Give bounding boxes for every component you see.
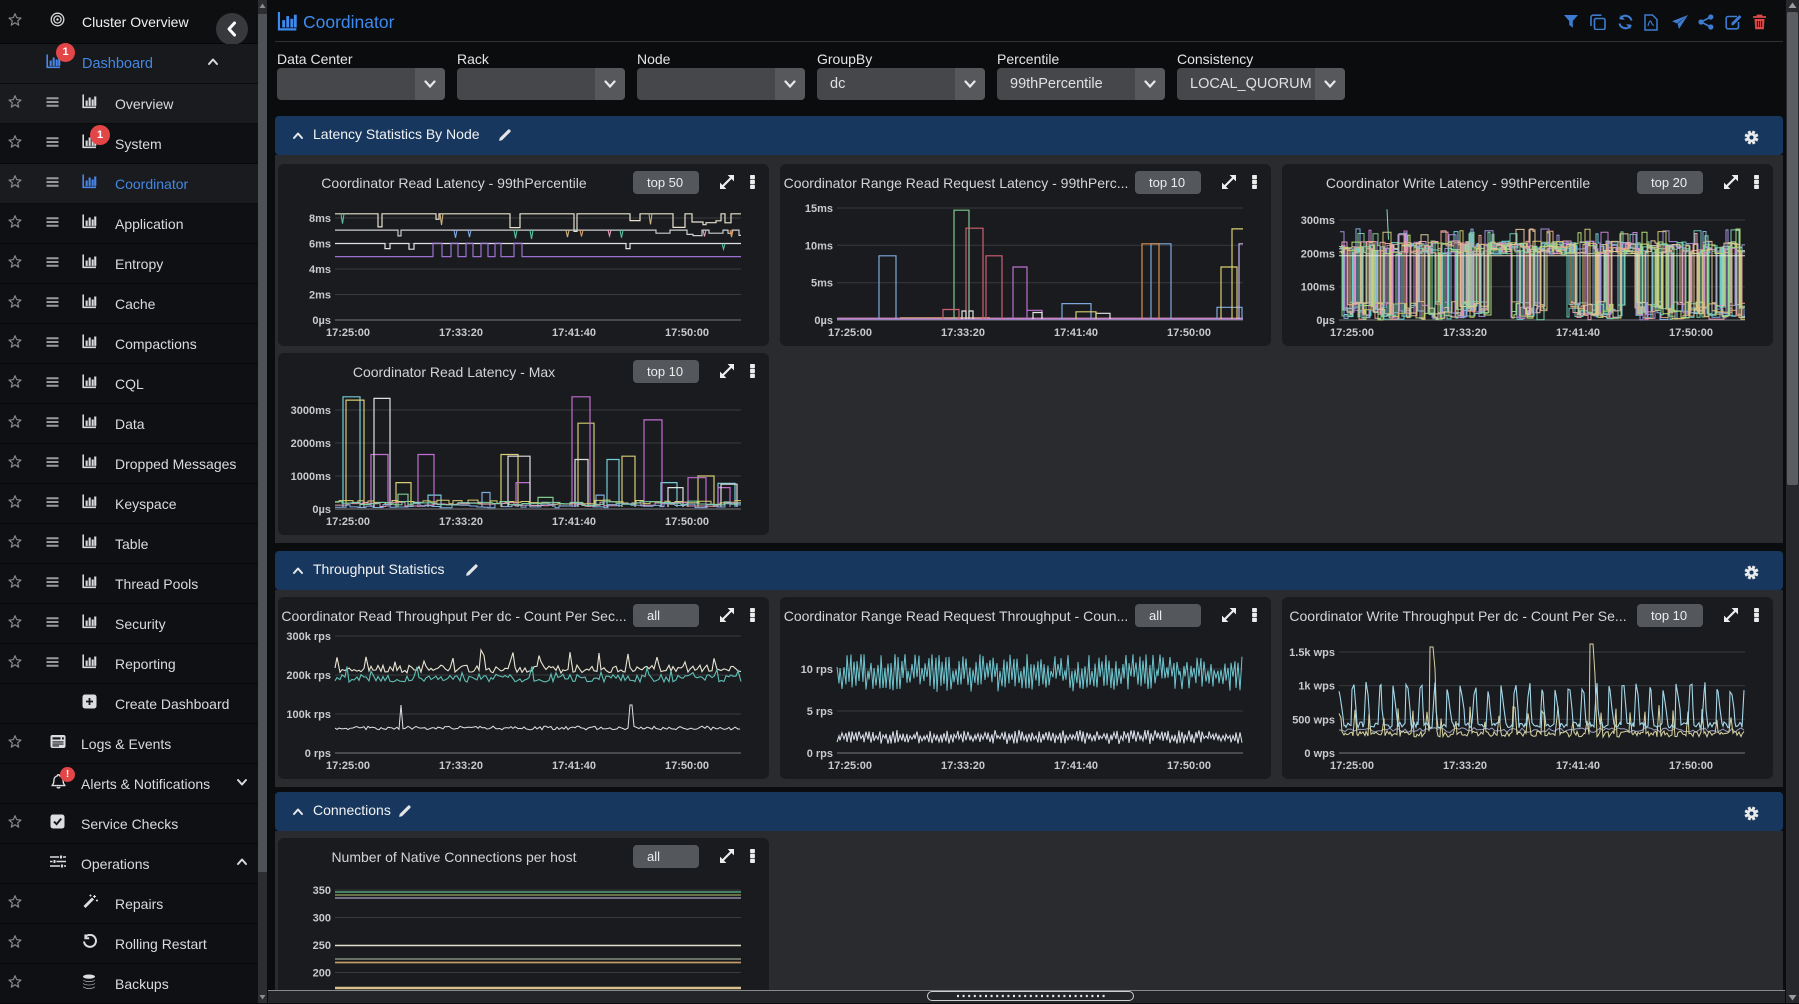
svg-text:4ms: 4ms [309,264,331,276]
svg-text:17:33:20: 17:33:20 [439,516,483,528]
svg-text:2ms: 2ms [309,290,331,302]
svg-text:10 rps: 10 rps [801,664,833,676]
svg-text:200: 200 [313,968,331,980]
svg-text:17:33:20: 17:33:20 [1443,760,1487,772]
svg-text:100ms: 100ms [1301,282,1335,294]
svg-text:2000ms: 2000ms [291,438,331,450]
svg-text:0 rps: 0 rps [305,748,331,760]
svg-text:10ms: 10ms [805,240,833,252]
svg-text:3000ms: 3000ms [291,405,331,417]
svg-text:0 wps: 0 wps [1304,748,1335,760]
svg-text:17:33:20: 17:33:20 [941,327,985,339]
svg-text:17:25:00: 17:25:00 [326,516,370,528]
svg-text:250: 250 [313,940,331,952]
svg-text:5ms: 5ms [811,278,833,290]
svg-text:17:25:00: 17:25:00 [1330,760,1374,772]
svg-text:17:33:20: 17:33:20 [439,760,483,772]
svg-text:0 rps: 0 rps [807,748,833,760]
svg-text:100k rps: 100k rps [286,709,331,721]
svg-text:1000ms: 1000ms [291,471,331,483]
svg-text:17:25:00: 17:25:00 [828,327,872,339]
svg-text:6ms: 6ms [309,239,331,251]
svg-text:17:41:40: 17:41:40 [552,327,596,339]
svg-text:17:50:00: 17:50:00 [665,760,709,772]
svg-text:1k wps: 1k wps [1298,681,1335,693]
svg-text:17:50:00: 17:50:00 [1669,760,1713,772]
svg-text:17:50:00: 17:50:00 [1669,327,1713,339]
svg-text:17:25:00: 17:25:00 [326,760,370,772]
svg-text:17:41:40: 17:41:40 [1054,760,1098,772]
svg-text:17:25:00: 17:25:00 [828,760,872,772]
svg-text:17:50:00: 17:50:00 [1167,760,1211,772]
svg-text:0µs: 0µs [312,315,331,327]
svg-text:17:25:00: 17:25:00 [326,327,370,339]
svg-text:500 wps: 500 wps [1292,714,1335,726]
svg-text:350: 350 [313,885,331,897]
svg-text:300ms: 300ms [1301,215,1335,227]
svg-text:300k rps: 300k rps [286,631,331,643]
svg-text:17:25:00: 17:25:00 [1330,327,1374,339]
svg-text:300: 300 [313,913,331,925]
svg-text:0µs: 0µs [814,315,833,327]
svg-text:17:50:00: 17:50:00 [665,516,709,528]
svg-text:17:50:00: 17:50:00 [1167,327,1211,339]
svg-text:17:41:40: 17:41:40 [552,516,596,528]
svg-text:0µs: 0µs [1316,315,1335,327]
svg-text:17:41:40: 17:41:40 [552,760,596,772]
svg-text:5 rps: 5 rps [807,706,833,718]
svg-text:8ms: 8ms [309,213,331,225]
svg-text:17:50:00: 17:50:00 [665,327,709,339]
svg-text:17:33:20: 17:33:20 [439,327,483,339]
svg-text:17:41:40: 17:41:40 [1556,327,1600,339]
svg-text:17:33:20: 17:33:20 [941,760,985,772]
svg-text:1.5k wps: 1.5k wps [1289,647,1335,659]
svg-text:200k rps: 200k rps [286,670,331,682]
svg-text:0µs: 0µs [312,504,331,516]
svg-text:17:33:20: 17:33:20 [1443,327,1487,339]
svg-text:17:41:40: 17:41:40 [1556,760,1600,772]
svg-text:15ms: 15ms [805,203,833,215]
svg-text:200ms: 200ms [1301,249,1335,261]
svg-text:17:41:40: 17:41:40 [1054,327,1098,339]
